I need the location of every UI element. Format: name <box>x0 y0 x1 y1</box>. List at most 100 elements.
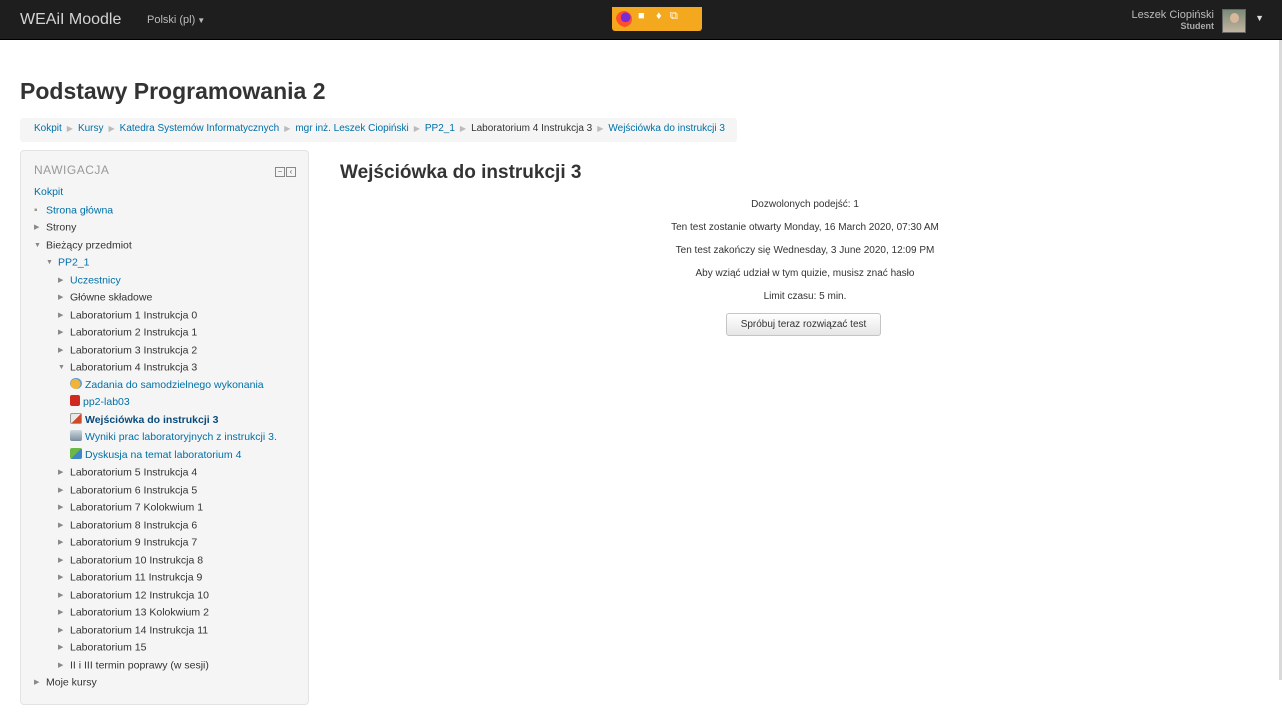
nav-item-activity: Dyskusja na temat laboratorium 4 <box>34 447 304 465</box>
nav-item-lab[interactable]: ▶ Laboratorium 15 <box>34 639 304 657</box>
breadcrumb-kursy[interactable]: Kursy <box>78 123 104 134</box>
nav-item-lab[interactable]: ▶ Laboratorium 14 Instrukcja 11 <box>34 622 304 640</box>
nav-item-label: Laboratorium 15 <box>70 641 147 654</box>
nav-item-label: II i III termin poprawy (w sesji) <box>70 659 209 672</box>
expand-arrow-icon: ▶ <box>58 329 64 336</box>
nav-item-my-courses[interactable]: ▶ Moje kursy <box>34 674 304 692</box>
expand-arrow-icon: ▶ <box>58 469 64 476</box>
expand-arrow-icon: ▶ <box>58 346 64 354</box>
nav-item-lab[interactable]: ▶ Laboratorium 7 Kolokwium 1 <box>34 499 304 517</box>
nav-item-pages[interactable]: ▶ Strony <box>34 219 304 237</box>
breadcrumb-category[interactable]: Katedra Systemów Informatycznych <box>120 123 280 134</box>
nav-item-label[interactable]: PP2_1 <box>58 257 90 269</box>
nav-item-label: Laboratorium 11 Instrukcja 9 <box>70 571 203 584</box>
nav-item-label: Bieżący przedmiot <box>46 239 132 252</box>
nav-item-lab[interactable]: ▶ Laboratorium 5 Instrukcja 4 <box>34 464 304 482</box>
sharing-indicator[interactable]: ■ ♦ ⧉ <box>612 7 702 31</box>
nav-item-lab[interactable]: ▶ Laboratorium 3 Instrukcja 2 <box>34 342 304 360</box>
expand-arrow-icon: ▶ <box>58 294 64 301</box>
breadcrumb-separator-icon: ▶ <box>597 124 604 133</box>
expand-arrow-icon: ▶ <box>58 486 64 494</box>
collapse-arrow-icon[interactable]: ▼ <box>46 254 58 272</box>
nav-item-current-course[interactable]: ▼ Bieżący przedmiot <box>34 237 304 255</box>
user-name: Leszek Ciopiński <box>1131 9 1214 21</box>
nav-item-label[interactable]: pp2-lab03 <box>83 396 130 408</box>
navigation-tree: Kokpit ▪ Strona główna ▶ Strony ▼ Bieżący p… <box>34 184 304 692</box>
quiz-title: Wejściówka do instrukcji 3 <box>340 162 582 183</box>
nav-item-label: Laboratorium 5 Instrukcja 4 <box>70 466 198 479</box>
nav-item-lab[interactable]: ▶ II i III termin poprawy (w sesji) <box>34 657 304 675</box>
breadcrumb-teacher[interactable]: mgr inż. Leszek Ciopiński <box>295 123 408 134</box>
firefox-icon <box>616 11 632 27</box>
user-menu[interactable]: Leszek Ciopiński Student <box>1131 10 1214 32</box>
expand-arrow-icon: ▶ <box>34 679 40 686</box>
quiz-icon <box>70 412 82 424</box>
dock-icon[interactable]: ‹ <box>286 167 296 177</box>
avatar[interactable] <box>1222 9 1246 33</box>
nav-item-activity-active: Wejściówka do instrukcji 3 <box>34 412 304 430</box>
expand-arrow-icon: ▶ <box>58 609 64 616</box>
expand-arrow-icon: ▶ <box>58 661 64 669</box>
collapse-icon[interactable]: − <box>275 167 285 177</box>
nav-item-label[interactable]: Wejściówka do instrukcji 3 <box>85 414 218 426</box>
nav-item-label: Laboratorium 4 Instrukcja 3 <box>70 361 198 374</box>
nav-item-activity: pp2-lab03 <box>34 394 304 412</box>
nav-item-label[interactable]: Uczestnicy <box>70 274 121 286</box>
nav-item-participants: ▶ Uczestnicy <box>34 272 304 290</box>
breadcrumb-kokpit[interactable]: Kokpit <box>34 123 62 134</box>
nav-item-lab[interactable]: ▶ Laboratorium 11 Instrukcja 9 <box>34 569 304 587</box>
breadcrumb-course[interactable]: PP2_1 <box>425 123 455 134</box>
microphone-icon: ♦ <box>656 10 662 22</box>
top-navbar: WEAiI Moodle Polski (pl) ▼ ■ ♦ ⧉ Leszek C… <box>0 0 1282 40</box>
nav-item-course: ▼ PP2_1 <box>34 254 304 272</box>
screen-share-icon: ⧉ <box>670 10 678 22</box>
user-menu-caret-icon[interactable]: ▼ <box>1255 13 1264 23</box>
assignment-icon <box>70 430 82 441</box>
nav-item-lab[interactable]: ▶ Laboratorium 12 Instrukcja 10 <box>34 587 304 605</box>
nav-item-activity: Zadania do samodzielnego wykonania <box>34 377 304 395</box>
quiz-info-open-date: Ten test zostanie otwarty Monday, 16 Mar… <box>671 222 939 233</box>
camera-icon: ■ <box>638 10 645 22</box>
nav-item-label[interactable]: Kokpit <box>34 186 63 198</box>
nav-item-label: Laboratorium 13 Kolokwium 2 <box>70 606 209 619</box>
quiz-info-time-limit: Limit czasu: 5 min. <box>763 291 847 302</box>
expand-arrow-icon: ▶ <box>34 224 40 231</box>
nav-item-lab[interactable]: ▶ Laboratorium 2 Instrukcja 1 <box>34 324 304 342</box>
nav-item-lab[interactable]: ▶ Laboratorium 1 Instrukcja 0 <box>34 307 304 325</box>
puzzle-icon <box>70 377 82 389</box>
breadcrumb-current[interactable]: Wejściówka do instrukcji 3 <box>608 123 725 134</box>
breadcrumb-separator-icon: ▶ <box>108 124 115 133</box>
pdf-icon <box>70 395 80 406</box>
chevron-down-icon: ▼ <box>197 16 206 25</box>
expand-arrow-icon: ▶ <box>58 556 64 564</box>
attempt-quiz-button[interactable]: Spróbuj teraz rozwiązać test <box>726 313 881 336</box>
breadcrumb-separator-icon: ▶ <box>66 124 73 133</box>
nav-item-lab[interactable]: ▶ Laboratorium 13 Kolokwium 2 <box>34 604 304 622</box>
expand-arrow-icon: ▶ <box>58 521 64 529</box>
nav-item-label[interactable]: Wyniki prac laboratoryjnych z instrukcji… <box>85 431 277 443</box>
nav-item-label: Laboratorium 9 Instrukcja 7 <box>70 536 198 549</box>
nav-item-label[interactable]: Dyskusja na temat laboratorium 4 <box>85 449 241 461</box>
expand-arrow-icon[interactable]: ▶ <box>58 272 70 290</box>
language-menu[interactable]: Polski (pl) ▼ <box>147 14 205 26</box>
nav-item-label[interactable]: Zadania do samodzielnego wykonania <box>85 379 264 391</box>
nav-item-label[interactable]: Strona główna <box>46 204 113 216</box>
nav-item-label: Główne składowe <box>70 291 153 304</box>
breadcrumb-section: Laboratorium 4 Instrukcja 3 <box>471 123 593 134</box>
forum-icon <box>70 447 82 459</box>
nav-item-label: Laboratorium 2 Instrukcja 1 <box>70 326 198 339</box>
nav-item-lab[interactable]: ▶ Laboratorium 9 Instrukcja 7 <box>34 534 304 552</box>
nav-item-label: Laboratorium 7 Kolokwium 1 <box>70 501 204 514</box>
nav-item-lab[interactable]: ▶ Laboratorium 10 Instrukcja 8 <box>34 552 304 570</box>
breadcrumb-separator-icon: ▶ <box>413 124 420 133</box>
page-title: Podstawy Programowania 2 <box>20 78 326 104</box>
nav-item-label: Laboratorium 8 Instrukcja 6 <box>70 519 198 532</box>
nav-item-general[interactable]: ▶ Główne składowe <box>34 289 304 307</box>
expand-arrow-icon: ▶ <box>58 626 64 634</box>
nav-item-lab[interactable]: ▶ Laboratorium 8 Instrukcja 6 <box>34 517 304 535</box>
navigation-block: NAWIGACJA − ‹ Kokpit ▪ Strona główna ▶ Stro… <box>20 150 309 705</box>
site-brand-link[interactable]: WEAiI Moodle <box>20 11 121 29</box>
nav-item-lab4[interactable]: ▼ Laboratorium 4 Instrukcja 3 <box>34 359 304 377</box>
block-controls: − ‹ <box>274 165 296 177</box>
nav-item-lab[interactable]: ▶ Laboratorium 6 Instrukcja 5 <box>34 482 304 500</box>
